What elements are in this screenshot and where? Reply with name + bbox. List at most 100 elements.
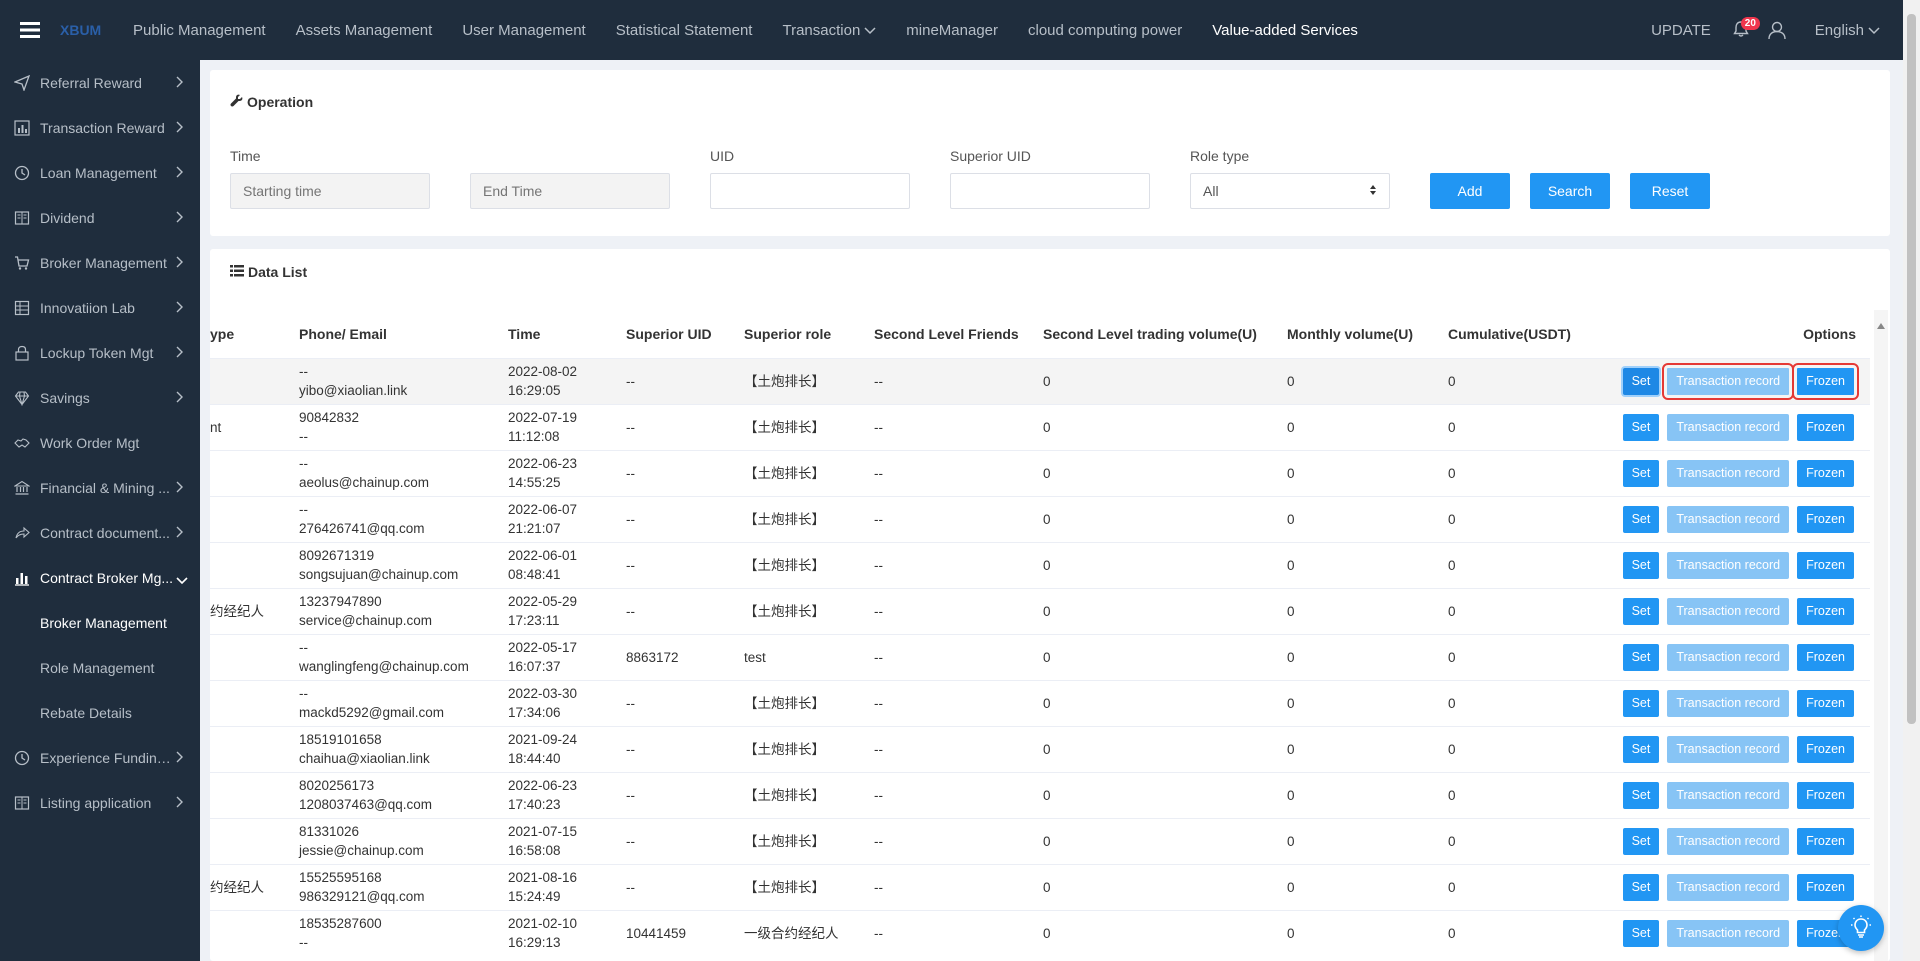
nav-value-added-services[interactable]: Value-added Services bbox=[1197, 0, 1373, 60]
nav-transaction[interactable]: Transaction bbox=[767, 0, 891, 60]
frozen-button[interactable]: Frozen bbox=[1792, 362, 1859, 400]
transaction-record-button[interactable]: Transaction record bbox=[1667, 505, 1790, 533]
reset-button[interactable]: Reset bbox=[1630, 173, 1710, 209]
transaction-record-button[interactable]: Transaction record bbox=[1667, 827, 1790, 855]
nav-statistical-statement[interactable]: Statistical Statement bbox=[601, 0, 768, 60]
frozen-button[interactable]: Frozen bbox=[1797, 413, 1854, 441]
transaction-record-button[interactable]: Transaction record bbox=[1667, 689, 1790, 717]
sidebar-item-broker-management[interactable]: Broker Management bbox=[0, 240, 200, 285]
add-button[interactable]: Add bbox=[1430, 173, 1510, 209]
cell-options: Set Transaction record Frozen bbox=[1581, 771, 1870, 818]
set-button[interactable]: Set bbox=[1622, 689, 1660, 717]
sidebar-item-contract-document[interactable]: Contract document... bbox=[0, 510, 200, 555]
sidebar-item-referral-reward[interactable]: Referral Reward bbox=[0, 60, 200, 105]
sidebar-subitem-role-management[interactable]: Role Management bbox=[0, 645, 200, 690]
sidebar-item-listing-application[interactable]: Listing application bbox=[0, 780, 200, 825]
menu-toggle-icon[interactable] bbox=[0, 0, 60, 60]
set-button[interactable]: Set bbox=[1622, 919, 1660, 947]
nav-mine-manager[interactable]: mineManager bbox=[891, 0, 1013, 60]
frozen-button[interactable]: Frozen bbox=[1797, 643, 1854, 671]
transaction-record-button[interactable]: Transaction record bbox=[1667, 735, 1790, 763]
cell-second-level-friends: -- bbox=[870, 541, 1039, 588]
sidebar-subitem-rebate-details[interactable]: Rebate Details bbox=[0, 690, 200, 735]
table-scrollbar[interactable] bbox=[1874, 310, 1888, 961]
user-icon[interactable] bbox=[1759, 0, 1795, 60]
language-select[interactable]: English bbox=[1795, 22, 1920, 39]
cell-phone: 13237947890 bbox=[299, 594, 382, 609]
frozen-button[interactable]: Frozen bbox=[1797, 781, 1854, 809]
frozen-button[interactable]: Frozen bbox=[1797, 551, 1854, 579]
transaction-record-button[interactable]: Transaction record bbox=[1667, 551, 1790, 579]
end-time-input[interactable] bbox=[470, 173, 670, 209]
cell-email: songsujuan@chainup.com bbox=[299, 567, 459, 582]
nav-user-management[interactable]: User Management bbox=[447, 0, 600, 60]
frozen-button[interactable]: Frozen bbox=[1797, 459, 1854, 487]
set-button[interactable]: Set bbox=[1622, 413, 1660, 441]
cell-clock: 16:29:05 bbox=[508, 383, 561, 398]
frozen-button[interactable]: Frozen bbox=[1797, 505, 1854, 533]
sidebar-item-contract-broker-mgt[interactable]: Contract Broker Mg... bbox=[0, 555, 200, 600]
sidebar-item-experience-funding[interactable]: Experience Funding... bbox=[0, 735, 200, 780]
scroll-up-icon[interactable] bbox=[1877, 316, 1885, 332]
sidebar-subitem-broker-management[interactable]: Broker Management bbox=[0, 600, 200, 645]
frozen-button[interactable]: Frozen bbox=[1797, 827, 1854, 855]
transaction-record-button[interactable]: Transaction record bbox=[1667, 413, 1790, 441]
time-label: Time bbox=[230, 148, 261, 164]
col-cumulative: Cumulative(USDT) bbox=[1448, 325, 1571, 342]
nav-cloud-computing-power[interactable]: cloud computing power bbox=[1013, 0, 1197, 60]
set-button[interactable]: Set bbox=[1622, 827, 1660, 855]
sidebar-subitem-label: Broker Management bbox=[40, 614, 167, 631]
frozen-button[interactable]: Frozen bbox=[1797, 689, 1854, 717]
transaction-record-button[interactable]: Transaction record bbox=[1662, 362, 1795, 400]
chevron-down-icon bbox=[1868, 22, 1880, 39]
set-button[interactable]: Set bbox=[1622, 505, 1660, 533]
frozen-button[interactable]: Frozen bbox=[1797, 735, 1854, 763]
set-button[interactable]: Set bbox=[1622, 459, 1660, 487]
sidebar-item-lockup-token-mgt[interactable]: Lockup Token Mgt bbox=[0, 330, 200, 375]
help-button[interactable] bbox=[1838, 905, 1884, 951]
set-button[interactable]: Set bbox=[1622, 873, 1660, 901]
start-time-input[interactable] bbox=[230, 173, 430, 209]
transaction-record-button[interactable]: Transaction record bbox=[1667, 643, 1790, 671]
data-table-scroll[interactable]: ype Phone/ Email Time Superior UID Super… bbox=[210, 310, 1870, 961]
transaction-record-button[interactable]: Transaction record bbox=[1667, 919, 1790, 947]
superior-uid-input[interactable] bbox=[950, 173, 1150, 209]
sidebar-item-transaction-reward[interactable]: Transaction Reward bbox=[0, 105, 200, 150]
sidebar-item-loan-management[interactable]: Loan Management bbox=[0, 150, 200, 195]
frozen-button[interactable]: Frozen bbox=[1797, 873, 1854, 901]
cell-phone: -- bbox=[299, 364, 308, 379]
sidebar-item-savings[interactable]: Savings bbox=[0, 375, 200, 420]
sidebar-item-financial-mining[interactable]: Financial & Mining ... bbox=[0, 465, 200, 510]
set-button[interactable]: Set bbox=[1622, 551, 1660, 579]
set-button[interactable]: Set bbox=[1622, 643, 1660, 671]
sidebar-item-work-order-mgt[interactable]: Work Order Mgt bbox=[0, 420, 200, 465]
uid-input[interactable] bbox=[710, 173, 910, 209]
frozen-button[interactable]: Frozen bbox=[1797, 597, 1854, 625]
cell-phone: 81331026 bbox=[299, 824, 360, 839]
nav-public-management[interactable]: Public Management bbox=[118, 0, 281, 60]
search-button[interactable]: Search bbox=[1530, 173, 1610, 209]
cell-time: 2022-05-29 17:23:11 bbox=[504, 587, 622, 634]
transaction-record-button[interactable]: Transaction record bbox=[1667, 459, 1790, 487]
page-scrollbar[interactable] bbox=[1903, 0, 1920, 961]
nav-assets-management[interactable]: Assets Management bbox=[281, 0, 448, 60]
role-type-select[interactable]: All bbox=[1190, 173, 1390, 209]
cell-second-level-friends: -- bbox=[870, 679, 1039, 726]
cell-monthly-volume: 0 bbox=[1283, 357, 1444, 404]
sidebar-item-label: Lockup Token Mgt bbox=[40, 344, 154, 361]
cell-date: 2022-06-23 bbox=[508, 778, 578, 793]
update-button[interactable]: UPDATE bbox=[1639, 22, 1723, 39]
cell-cumulative: 0 bbox=[1444, 357, 1581, 404]
set-button[interactable]: Set bbox=[1622, 367, 1660, 395]
sidebar-item-innovation-lab[interactable]: Innovatiion Lab bbox=[0, 285, 200, 330]
sidebar-item-dividend[interactable]: Dividend bbox=[0, 195, 200, 240]
transaction-record-button[interactable]: Transaction record bbox=[1667, 781, 1790, 809]
notifications-button[interactable]: 20 bbox=[1723, 0, 1760, 60]
set-button[interactable]: Set bbox=[1622, 597, 1660, 625]
transaction-record-button[interactable]: Transaction record bbox=[1667, 873, 1790, 901]
cell-second-level-volume: 0 bbox=[1039, 587, 1283, 634]
set-button[interactable]: Set bbox=[1622, 735, 1660, 763]
set-button[interactable]: Set bbox=[1622, 781, 1660, 809]
page-scrollbar-thumb[interactable] bbox=[1907, 14, 1916, 724]
transaction-record-button[interactable]: Transaction record bbox=[1667, 597, 1790, 625]
